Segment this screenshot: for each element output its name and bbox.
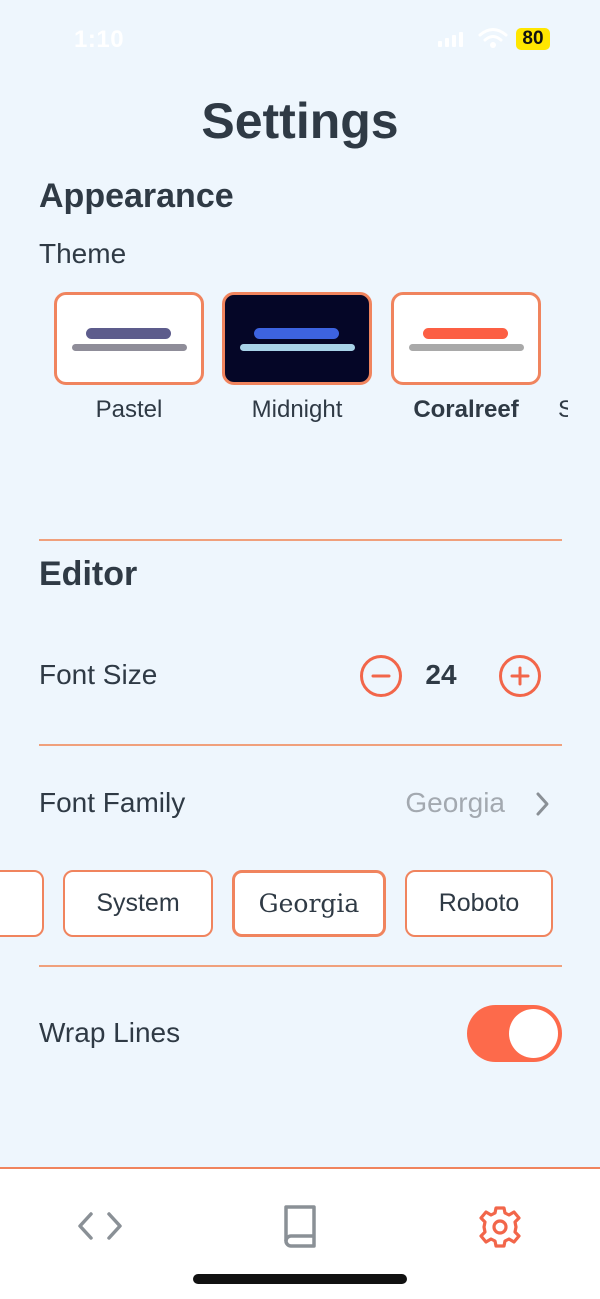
font-size-decrement-button[interactable]	[360, 655, 402, 697]
gear-icon	[479, 1206, 521, 1248]
tab-code[interactable]	[70, 1199, 130, 1255]
font-size-label: Font Size	[39, 659, 158, 690]
theme-name-midnight: Midnight	[251, 396, 343, 423]
signal-icon	[438, 32, 463, 47]
appearance-section-title: Appearance	[39, 177, 234, 215]
theme-option-midnight[interactable]	[222, 292, 372, 385]
wrap-lines-label: Wrap Lines	[39, 1017, 181, 1048]
theme-name-pastel: Pastel	[95, 396, 163, 423]
battery-indicator: 80	[516, 28, 550, 50]
status-bar: 1:10 80	[0, 0, 600, 80]
wifi-icon	[478, 28, 508, 48]
page-title: Settings	[201, 93, 399, 149]
toggle-knob	[509, 1009, 558, 1058]
theme-preview-bar	[72, 344, 187, 351]
theme-name-coralreef: Coralreef	[413, 396, 519, 423]
theme-preview-bar	[86, 328, 171, 339]
font-option-system[interactable]: System	[63, 870, 213, 937]
code-icon	[78, 1212, 122, 1240]
book-icon	[284, 1205, 316, 1248]
tab-settings[interactable]	[470, 1199, 530, 1255]
theme-preview-bar	[423, 328, 508, 339]
plus-circle-icon	[510, 666, 530, 686]
divider	[39, 539, 562, 541]
theme-preview-bar	[240, 344, 355, 351]
theme-preview-bar	[254, 328, 339, 339]
font-option-georgia[interactable]: Georgia	[232, 870, 386, 937]
home-indicator	[193, 1274, 407, 1284]
minus-circle-icon	[371, 674, 391, 678]
chevron-right-icon[interactable]	[534, 791, 552, 817]
theme-overflow-label: S	[558, 396, 568, 423]
font-size-increment-button[interactable]	[499, 655, 541, 697]
font-family-label: Font Family	[39, 787, 186, 818]
divider	[39, 965, 562, 967]
wrap-lines-toggle[interactable]	[467, 1005, 562, 1062]
font-option-roboto[interactable]: Roboto	[405, 870, 553, 937]
font-option-partial[interactable]	[0, 870, 44, 937]
theme-option-coralreef[interactable]	[391, 292, 541, 385]
theme-preview-bar	[409, 344, 524, 351]
theme-label: Theme	[39, 238, 127, 269]
settings-screen: 1:10 80 Settings Appearance Theme Pastel…	[0, 0, 600, 1299]
divider	[39, 744, 562, 746]
font-size-value: 24	[425, 659, 457, 690]
font-family-value[interactable]: Georgia	[380, 787, 505, 819]
tab-docs[interactable]	[270, 1199, 330, 1255]
status-time: 1:10	[74, 26, 125, 53]
theme-option-pastel[interactable]	[54, 292, 204, 385]
editor-section-title: Editor	[39, 555, 138, 593]
